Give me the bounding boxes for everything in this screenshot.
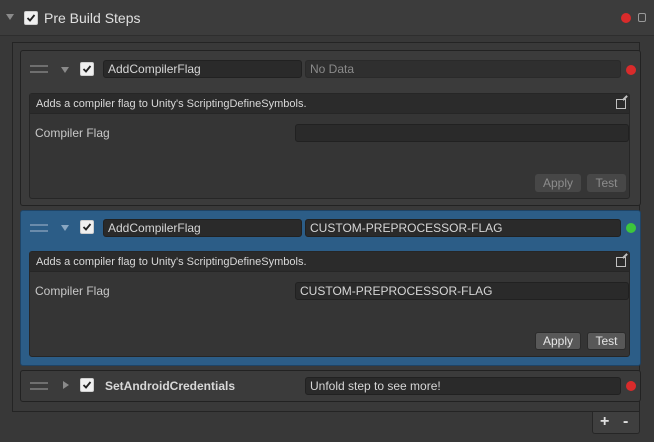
step-description: Adds a compiler flag to Unity's Scriptin… — [30, 252, 629, 272]
checkmark-icon — [26, 14, 36, 22]
step-enabled-checkbox[interactable] — [80, 378, 94, 392]
step-status-dot — [626, 65, 636, 75]
apply-button[interactable]: Apply — [535, 332, 581, 350]
step-summary-field: Unfold step to see more! — [305, 377, 621, 395]
edit-script-icon[interactable] — [616, 99, 626, 109]
step-enabled-checkbox[interactable] — [80, 220, 94, 234]
step-name-field[interactable]: AddCompilerFlag — [103, 60, 302, 78]
section-menu-icon[interactable] — [638, 13, 646, 22]
apply-button[interactable]: Apply — [535, 174, 581, 192]
section-header: Pre Build Steps — [0, 0, 654, 36]
step-status-dot — [626, 223, 636, 233]
test-button[interactable]: Test — [587, 174, 626, 192]
list-footer: + - — [592, 412, 640, 434]
add-step-button[interactable]: + — [600, 413, 609, 431]
step-summary-field: CUSTOM-PREPROCESSOR-FLAG — [305, 219, 621, 237]
step-status-dot — [626, 381, 636, 391]
checkmark-icon — [82, 65, 92, 73]
section-enabled-checkbox[interactable] — [24, 11, 38, 25]
drag-handle-icon[interactable] — [30, 65, 48, 74]
step-body: Adds a compiler flag to Unity's Scriptin… — [29, 251, 630, 357]
step-body: Adds a compiler flag to Unity's Scriptin… — [29, 93, 630, 199]
drag-handle-icon[interactable] — [30, 224, 48, 233]
step-card: AddCompilerFlag No Data Adds a compiler … — [20, 50, 641, 206]
compiler-flag-input[interactable]: CUSTOM-PREPROCESSOR-FLAG — [295, 282, 629, 300]
step-name-label: SetAndroidCredentials — [105, 379, 236, 393]
drag-handle-icon[interactable] — [30, 382, 48, 391]
step-description: Adds a compiler flag to Unity's Scriptin… — [30, 94, 629, 114]
edit-script-icon[interactable] — [616, 257, 626, 267]
compiler-flag-input[interactable] — [295, 124, 629, 142]
remove-step-button[interactable]: - — [623, 413, 628, 431]
foldout-arrow-icon[interactable] — [6, 14, 14, 20]
checkmark-icon — [82, 223, 92, 231]
section-status-dot — [621, 13, 631, 23]
step-card-collapsed: SetAndroidCredentials Unfold step to see… — [20, 370, 641, 402]
step-enabled-checkbox[interactable] — [80, 62, 94, 76]
field-label: Compiler Flag — [35, 284, 110, 298]
step-foldout-icon[interactable] — [61, 225, 69, 231]
step-card-selected: AddCompilerFlag CUSTOM-PREPROCESSOR-FLAG… — [20, 210, 641, 366]
step-name-field[interactable]: AddCompilerFlag — [103, 219, 302, 237]
test-button[interactable]: Test — [587, 332, 626, 350]
step-foldout-icon[interactable] — [63, 381, 69, 389]
section-title: Pre Build Steps — [44, 10, 141, 26]
step-foldout-icon[interactable] — [61, 67, 69, 73]
checkmark-icon — [82, 381, 92, 389]
step-summary-field: No Data — [305, 60, 621, 78]
field-label: Compiler Flag — [35, 126, 110, 140]
